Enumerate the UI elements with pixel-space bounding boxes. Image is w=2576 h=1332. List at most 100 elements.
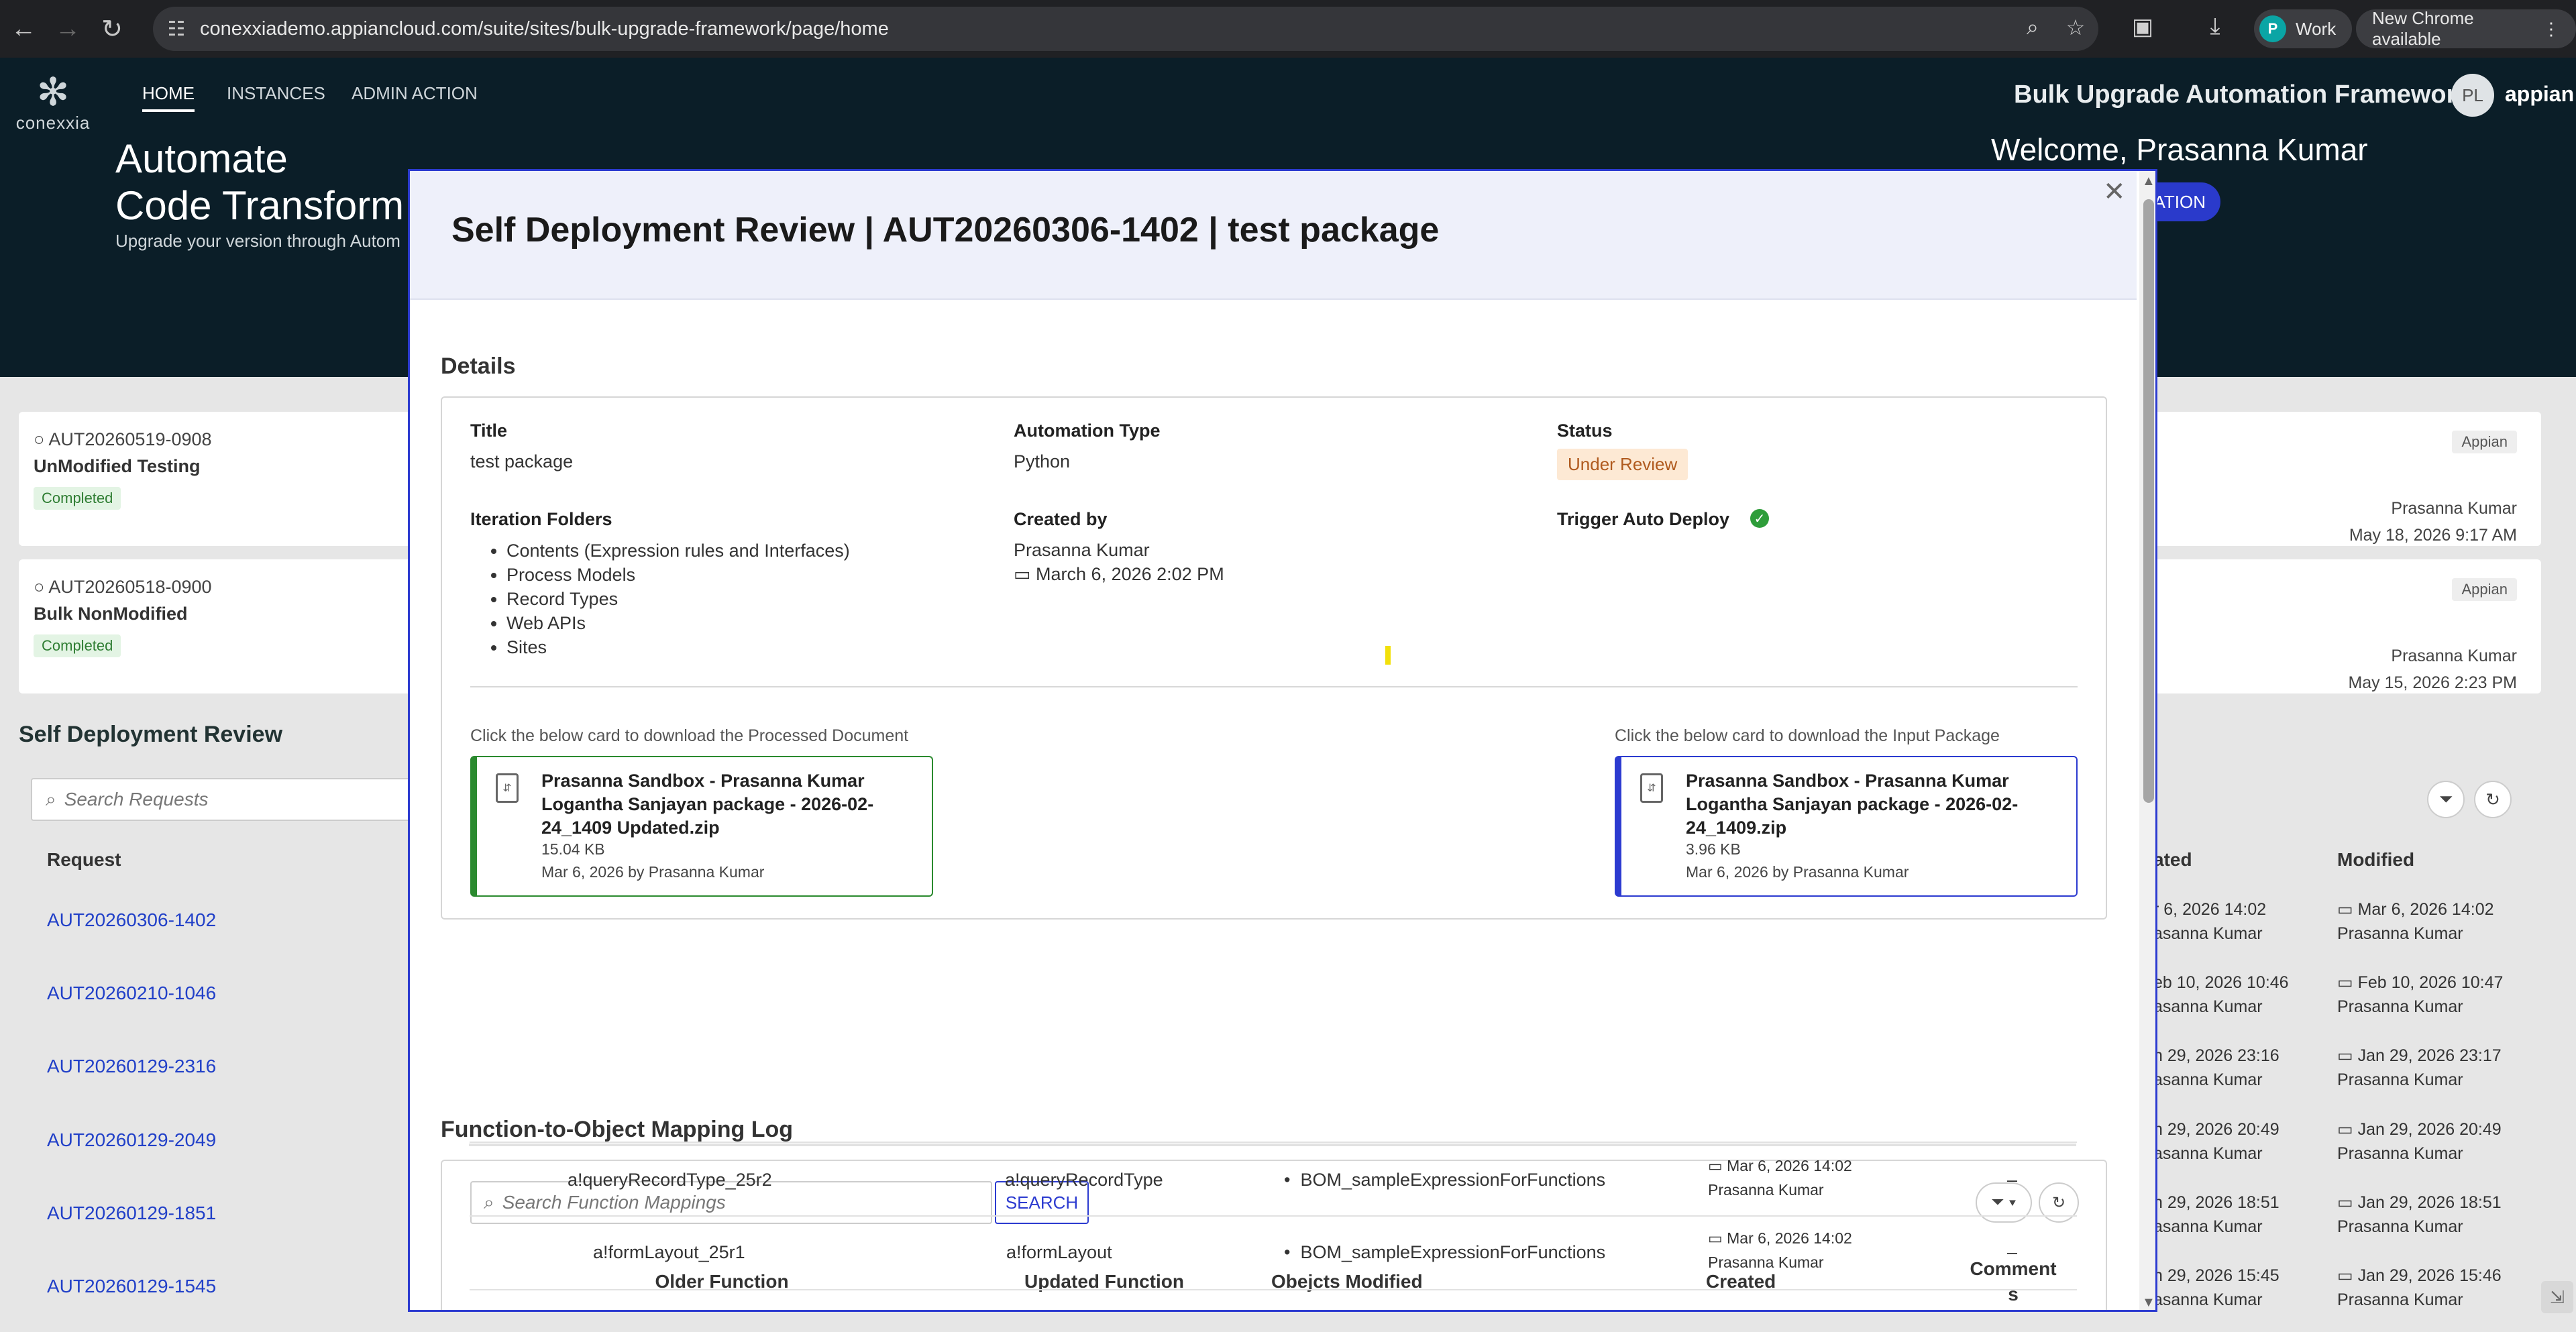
- request-link[interactable]: AUT20260306-1402: [47, 909, 216, 931]
- platform-tag: Appian: [2452, 431, 2517, 453]
- created-by: asanna Kumar: [2153, 1070, 2263, 1089]
- status-badge: Completed: [34, 487, 121, 510]
- request-link[interactable]: AUT20260129-1851: [47, 1203, 216, 1224]
- created-by: asanna Kumar: [2153, 924, 2263, 943]
- divider: [470, 686, 2078, 687]
- modified-date-text: Jan 29, 2026 18:51: [2357, 1193, 2502, 1212]
- appian-logo: appian: [2505, 82, 2575, 106]
- profile-button[interactable]: P Work: [2254, 9, 2353, 48]
- request-link[interactable]: AUT20260210-1046: [47, 983, 216, 1004]
- filter-icon[interactable]: ⏷ ▾: [1976, 1182, 2032, 1223]
- older-function-cell: a!queryRecordType_25r2: [568, 1170, 772, 1190]
- modified-cell: ▭ Jan 29, 2026 15:46 Prasanna Kumar: [2337, 1264, 2502, 1312]
- row-divider: [470, 1142, 2077, 1143]
- iteration-folders-label: Iteration Folders: [470, 509, 612, 529]
- created-date: r 6, 2026 14:02: [2153, 900, 2267, 919]
- created-by: asanna Kumar: [2153, 1217, 2263, 1236]
- details-heading: Details: [441, 353, 516, 379]
- details-panel: Title test package Automation Type Pytho…: [441, 396, 2107, 920]
- scroll-thumb[interactable]: [2143, 199, 2154, 803]
- object-name: BOM_sampleExpressionForFunctions: [1300, 1242, 1606, 1262]
- search-icon: ⌕: [46, 788, 56, 810]
- file-zip-icon: ⇵: [496, 773, 519, 803]
- scroll-up-icon[interactable]: ▲: [2142, 174, 2155, 189]
- request-date: May 15, 2026 2:23 PM: [2348, 673, 2517, 692]
- section-title: Self Deployment Review: [19, 722, 283, 747]
- refresh-icon[interactable]: ↻: [2474, 781, 2512, 818]
- modified-date: ▭ Jan 29, 2026 23:17: [2337, 1044, 2502, 1068]
- iteration-folders-list: Contents (Expression rules and Interface…: [470, 539, 850, 659]
- conexxia-logo[interactable]: ✻ conexxia: [9, 72, 97, 133]
- reload-icon[interactable]: ↻: [91, 8, 133, 50]
- automation-type-label: Automation Type: [1014, 421, 1161, 441]
- row-divider: [469, 1145, 2076, 1146]
- request-author: Prasanna Kumar May 15, 2026 2:23 PM: [2348, 643, 2517, 696]
- created-date: n 29, 2026 18:51: [2153, 1193, 2279, 1212]
- update-chrome-button[interactable]: New Chrome available ⋮: [2356, 8, 2576, 49]
- status-badge: Under Review: [1557, 449, 1688, 480]
- search-requests-input[interactable]: ⌕ Search Requests: [31, 778, 420, 821]
- site-settings-icon[interactable]: ☷: [153, 17, 200, 41]
- calendar-icon: ▭: [2337, 973, 2353, 992]
- profile-label: Work: [2296, 18, 2337, 39]
- filter-icon[interactable]: ⏷: [2427, 781, 2465, 818]
- media-control-icon[interactable]: ▣: [2127, 13, 2159, 46]
- processed-document-card[interactable]: ⇵ Prasanna Sandbox - Prasanna Kumar Loga…: [470, 756, 933, 897]
- bookmark-star-icon[interactable]: ☆: [2061, 15, 2090, 44]
- help-icon[interactable]: ⇲: [2541, 1281, 2573, 1313]
- back-icon[interactable]: ←: [3, 8, 44, 50]
- nav-home[interactable]: HOME: [142, 83, 195, 112]
- browser-toolbar: ← → ↻ ☷ conexxiademo.appiancloud.com/sui…: [0, 0, 2576, 58]
- zoom-icon[interactable]: ⌕: [2018, 15, 2047, 44]
- modified-date-text: Mar 6, 2026 14:02: [2357, 900, 2494, 919]
- column-modified[interactable]: Modified: [2337, 849, 2414, 871]
- created-cell: ▭ Mar 6, 2026 14:02 Prasanna Kumar: [1708, 1226, 1852, 1274]
- document-size: 3.96 KB: [1686, 840, 1741, 858]
- request-link[interactable]: AUT20260129-2049: [47, 1129, 216, 1151]
- trigger-auto-deploy-label: Trigger Auto Deploy: [1557, 509, 1730, 529]
- input-package-card[interactable]: ⇵ Prasanna Sandbox - Prasanna Kumar Loga…: [1615, 756, 2078, 897]
- highlight-marker: [1385, 646, 1391, 665]
- calendar-icon: ▭: [2337, 1046, 2353, 1065]
- row-divider: [470, 1215, 2077, 1217]
- update-label: New Chrome available: [2372, 8, 2474, 49]
- document-size: 15.04 KB: [541, 840, 605, 858]
- created-by-value: Prasanna Kumar: [1014, 540, 1150, 560]
- created-date: n 29, 2026 15:45: [2153, 1266, 2279, 1285]
- created-date-text: Mar 6, 2026 14:02: [1727, 1229, 1852, 1247]
- search-placeholder: Search Requests: [64, 789, 209, 810]
- modal-scrollbar[interactable]: ▲ ▼: [2139, 171, 2155, 1310]
- app-title-menu[interactable]: Bulk Upgrade Automation Framework ▾: [2014, 80, 2486, 109]
- created-by: asanna Kumar: [2153, 1144, 2263, 1163]
- document-name: Prasanna Sandbox - Prasanna Kumar Logant…: [541, 771, 874, 838]
- modified-date-text: Jan 29, 2026 15:46: [2357, 1266, 2502, 1285]
- forward-icon[interactable]: →: [47, 8, 89, 50]
- comments-cell: –: [2007, 1170, 2018, 1190]
- modified-date-text: Feb 10, 2026 10:47: [2357, 973, 2504, 992]
- modified-cell: ▭ Jan 29, 2026 18:51 Prasanna Kumar: [2337, 1190, 2502, 1239]
- column-created[interactable]: ated: [2153, 849, 2192, 871]
- calendar-icon: ▭: [1014, 564, 1031, 584]
- download-icon[interactable]: ⤓: [2199, 13, 2231, 46]
- created-by: asanna Kumar: [2153, 1290, 2263, 1309]
- address-bar[interactable]: ☷ conexxiademo.appiancloud.com/suite/sit…: [153, 7, 2098, 51]
- refresh-icon[interactable]: ↻: [2039, 1182, 2079, 1223]
- request-id-text: AUT20260519-0908: [48, 429, 212, 449]
- calendar-icon: ▭: [2337, 1193, 2353, 1212]
- scroll-down-icon[interactable]: ▼: [2142, 1295, 2155, 1310]
- created-cell: n 29, 2026 15:45 asanna Kumar: [2153, 1264, 2279, 1312]
- created-date: eb 10, 2026 10:46: [2153, 973, 2289, 992]
- input-hint: Click the below card to download the Inp…: [1615, 726, 2000, 745]
- calendar-icon: ▭: [1708, 1157, 1723, 1174]
- nav-admin-action[interactable]: ADMIN ACTION: [352, 83, 478, 104]
- column-request[interactable]: Request: [47, 849, 121, 871]
- close-icon[interactable]: ✕: [2103, 176, 2126, 207]
- user-avatar[interactable]: PL: [2451, 74, 2494, 117]
- request-link[interactable]: AUT20260129-2316: [47, 1056, 216, 1077]
- created-cell: n 29, 2026 23:16 asanna Kumar: [2153, 1044, 2279, 1092]
- nav-instances[interactable]: INSTANCES: [227, 83, 325, 104]
- updated-function-cell: a!formLayout: [1006, 1242, 1112, 1262]
- column-comments[interactable]: Comment s: [1960, 1256, 2067, 1307]
- comments-cell: –: [2007, 1242, 2018, 1262]
- request-link[interactable]: AUT20260129-1545: [47, 1276, 216, 1297]
